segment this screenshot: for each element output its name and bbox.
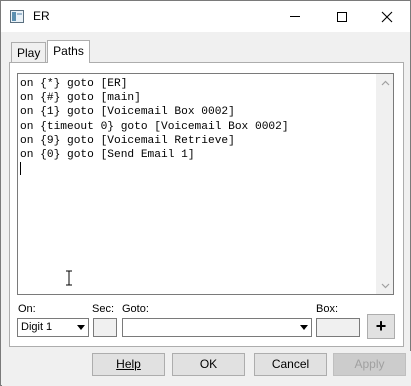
maximize-button[interactable] <box>319 1 365 32</box>
dialog-window: ER Play Paths on {*} goto [ER] on {#} go… <box>0 0 411 386</box>
vertical-scrollbar[interactable] <box>376 74 393 294</box>
on-select-value: Digit 1 <box>21 321 53 333</box>
paths-editor[interactable]: on {*} goto [ER] on {#} goto [main] on {… <box>17 73 394 295</box>
goto-label: Goto: <box>122 303 149 315</box>
box-input[interactable] <box>316 318 360 337</box>
text-caret <box>20 162 21 175</box>
app-window-icon <box>10 10 24 23</box>
window-title: ER <box>33 9 50 23</box>
ibeam-cursor-icon <box>66 270 72 286</box>
dropdown-arrow-icon <box>77 325 85 330</box>
code-line: on {timeout 0} goto [Voicemail Box 0002] <box>20 120 289 133</box>
title-bar: ER <box>1 1 410 32</box>
scroll-down-button[interactable] <box>377 277 394 294</box>
maximize-icon <box>337 11 347 22</box>
cancel-button[interactable]: Cancel <box>254 353 327 376</box>
on-select[interactable]: Digit 1 <box>17 318 89 337</box>
box-label: Box: <box>316 303 339 315</box>
minimize-button[interactable] <box>272 1 318 32</box>
code-line: on {0} goto [Send Email 1] <box>20 148 195 161</box>
paths-text[interactable]: on {*} goto [ER] on {#} goto [main] on {… <box>20 77 372 162</box>
apply-button[interactable]: Apply <box>333 353 406 376</box>
scroll-up-button[interactable] <box>377 74 394 91</box>
code-line: on {9} goto [Voicemail Retrieve] <box>20 134 235 147</box>
on-label: On: <box>18 303 36 315</box>
tab-play[interactable]: Play <box>11 42 46 62</box>
ok-button[interactable]: OK <box>172 353 245 376</box>
code-line: on {*} goto [ER] <box>20 78 128 90</box>
help-button-label: Help <box>116 357 141 371</box>
add-path-button[interactable]: + <box>367 314 395 339</box>
chevron-up-icon <box>381 80 390 85</box>
goto-combobox[interactable] <box>122 318 312 337</box>
minimize-icon <box>290 16 300 17</box>
sec-input[interactable] <box>93 318 117 337</box>
code-line: on {1} goto [Voicemail Box 0002] <box>20 106 235 119</box>
close-icon <box>381 11 393 22</box>
close-button[interactable] <box>364 1 410 32</box>
tab-paths[interactable]: Paths <box>47 40 90 63</box>
sec-label: Sec: <box>92 303 115 315</box>
code-line: on {#} goto [main] <box>20 92 141 105</box>
dropdown-arrow-icon <box>300 325 308 330</box>
help-button[interactable]: Help <box>92 353 165 376</box>
chevron-down-icon <box>381 283 390 288</box>
